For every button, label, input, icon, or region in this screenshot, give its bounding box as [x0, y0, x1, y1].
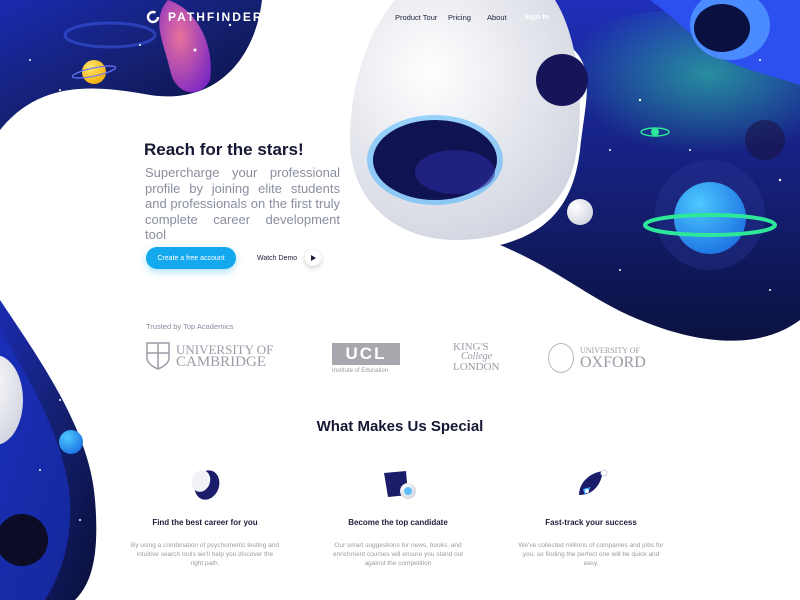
feature-card: Become the top candidate Our smart sugge… [323, 465, 473, 568]
cambridge-logo: UNIVERSITY OF CAMBRIDGE [146, 342, 273, 370]
nav-pricing[interactable]: Pricing [448, 13, 471, 22]
capsule-icon [191, 470, 220, 500]
planet-cube-icon [384, 471, 416, 499]
feature-card: Find the best career for you By using a … [130, 465, 280, 568]
kings-logo: KING'S College LONDON [453, 342, 500, 373]
feature-desc: Our smart suggestions for news, books, a… [332, 542, 464, 567]
ucl-sub: Institute of Education [332, 368, 389, 374]
trusted-label: Trusted by Top Academics [146, 322, 234, 331]
nav-about[interactable]: About [487, 13, 507, 22]
feature-card: Fast-track your success We've collected … [516, 465, 666, 568]
feature-title: Become the top candidate [348, 518, 448, 527]
feature-desc: We've collected millions of companies an… [518, 542, 664, 567]
hero-title: Reach for the stars! [144, 140, 304, 159]
play-icon[interactable] [305, 250, 322, 266]
oxford-logo: UNIVERSITY OF OXFORD [548, 343, 646, 373]
ucl-mark: UCL [332, 343, 400, 365]
cambridge-line-2: CAMBRIDGE [176, 354, 267, 370]
brand-logo[interactable]: PATHFINDER [146, 10, 264, 24]
section-title: What Makes Us Special [316, 418, 484, 435]
kings-line-3: LONDON [453, 361, 500, 373]
feature-title: Fast-track your success [545, 518, 637, 527]
create-account-button[interactable]: Create a free account [146, 247, 236, 269]
cambridge-crest-icon [146, 342, 170, 370]
feature-desc: By using a combination of psychometric t… [130, 542, 280, 567]
nav-product-tour[interactable]: Product Tour [395, 13, 437, 22]
rocket-icon [579, 469, 608, 495]
watch-demo-label: Watch Demo [257, 254, 298, 262]
ring-logo-icon [146, 10, 160, 24]
nav-sign-in[interactable]: Sign In [524, 12, 549, 21]
hero-subtitle: Supercharge your professional profile by… [145, 165, 340, 242]
oxford-line-2: OXFORD [580, 353, 646, 371]
brand-name: PATHFINDER [168, 10, 264, 24]
oxford-crest-icon [548, 343, 574, 373]
watch-demo-link[interactable]: Watch Demo [257, 250, 322, 266]
feature-title: Find the best career for you [152, 518, 258, 527]
ucl-logo: UCL Institute of Education [332, 343, 400, 374]
